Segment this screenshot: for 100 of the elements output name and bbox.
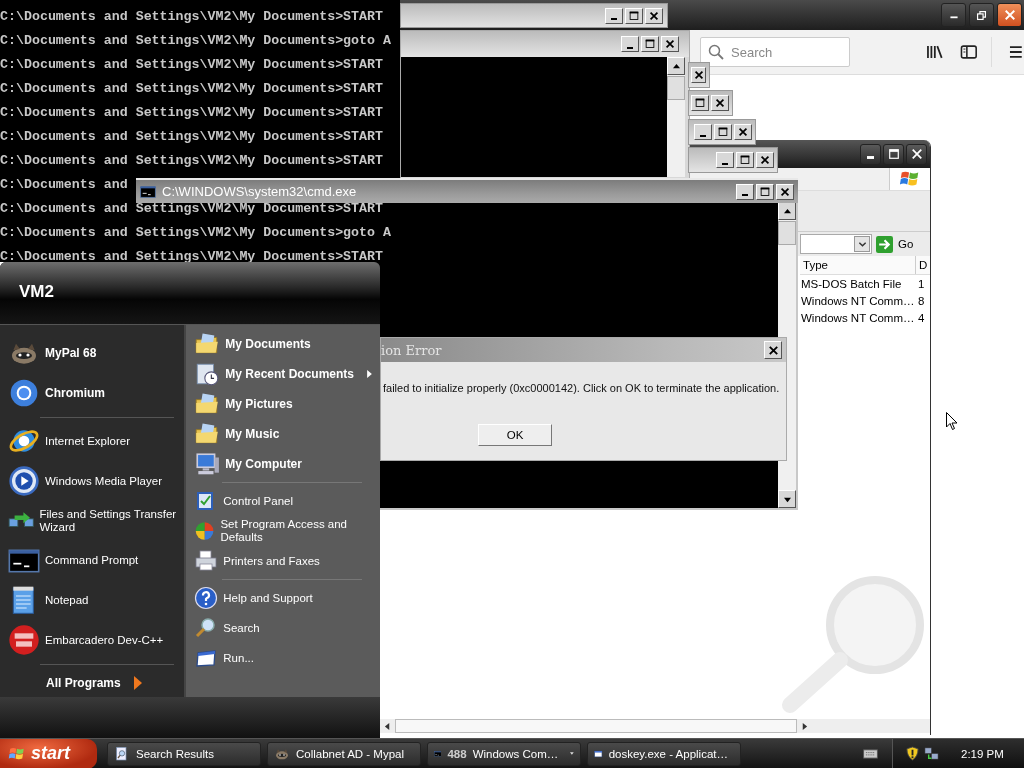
table-cell: Windows NT Comm… bbox=[800, 311, 915, 324]
vertical-scrollbar[interactable] bbox=[667, 57, 685, 177]
dropdown-button[interactable] bbox=[854, 236, 870, 252]
close-icon bbox=[779, 185, 791, 198]
up-arrow-icon bbox=[672, 62, 680, 70]
console-line: C:\Documents and Settings\VM2\My Documents>START bbox=[0, 56, 383, 74]
keyboard-icon[interactable] bbox=[863, 748, 878, 759]
all-programs-button[interactable]: All Programs bbox=[8, 669, 185, 697]
place-item[interactable]: Run... bbox=[194, 643, 372, 673]
program-item[interactable]: Chromium bbox=[8, 372, 185, 413]
console-line: C:\Documents and Settings\VM2\My Documents>START bbox=[0, 128, 383, 146]
taskbar-button[interactable]: Collabnet AD - Mypal bbox=[267, 741, 421, 766]
console-icon bbox=[140, 183, 156, 200]
error-message: failed to initialize properly (0xc0000142). Click on OK to terminate the application. bbox=[382, 382, 781, 394]
program-item[interactable]: Command Prompt bbox=[8, 540, 185, 581]
up-arrow-icon bbox=[783, 207, 791, 215]
minimize-icon bbox=[611, 18, 617, 20]
program-item[interactable]: Windows Media Player bbox=[8, 461, 185, 502]
taskbar-button[interactable]: doskey.exe - Applicat… bbox=[587, 741, 741, 766]
place-item[interactable]: Set Program Access and Defaults bbox=[194, 516, 372, 546]
console-line: C:\Documents and Settings\VM2\My Documents>goto A bbox=[0, 32, 391, 50]
right-arrow-icon bbox=[801, 722, 808, 730]
network-icon[interactable] bbox=[924, 746, 939, 761]
close-icon bbox=[759, 154, 771, 166]
scrollbar-thumb[interactable] bbox=[778, 221, 796, 245]
program-item[interactable]: Files and Settings Transfer Wizard bbox=[8, 501, 185, 541]
library-icon[interactable] bbox=[926, 44, 944, 60]
left-arrow-icon bbox=[384, 722, 391, 730]
place-item[interactable]: Help and Support bbox=[194, 583, 372, 613]
column-header[interactable]: D bbox=[916, 256, 930, 274]
console-line: C:\Documents and Settings\VM2\My Documents>goto A bbox=[0, 224, 391, 242]
program-item[interactable]: MyPal 68 bbox=[8, 333, 185, 373]
minimize-icon bbox=[700, 134, 706, 137]
maximize-icon bbox=[717, 126, 729, 138]
document-search-icon bbox=[114, 745, 130, 762]
caret-icon bbox=[570, 751, 574, 756]
menu-icon[interactable] bbox=[1008, 44, 1024, 60]
horizontal-scrollbar[interactable] bbox=[380, 719, 930, 733]
computer-icon bbox=[194, 451, 221, 477]
arrow-icon bbox=[876, 235, 893, 253]
place-item[interactable]: Printers and Faxes bbox=[194, 546, 372, 576]
address-field[interactable] bbox=[800, 234, 872, 254]
close-icon bbox=[1003, 9, 1016, 21]
taskbar-button[interactable]: 488 Windows Com… bbox=[427, 741, 581, 766]
maximize-icon bbox=[628, 9, 640, 22]
user-name: VM2 bbox=[19, 282, 54, 301]
restore-button[interactable] bbox=[969, 3, 994, 27]
pie-icon bbox=[194, 519, 216, 543]
close-button[interactable] bbox=[906, 143, 927, 165]
place-item[interactable]: My Pictures bbox=[194, 389, 372, 419]
close-icon bbox=[714, 97, 726, 109]
console-line: C:\Documents and Settings\VM2\My Documents>START bbox=[0, 152, 383, 170]
disc-icon bbox=[8, 624, 40, 657]
close-icon bbox=[692, 69, 705, 81]
program-item[interactable]: Notepad bbox=[8, 580, 185, 621]
printer-icon bbox=[194, 549, 219, 573]
down-arrow-icon bbox=[783, 495, 791, 503]
sidebar-icon[interactable] bbox=[959, 44, 978, 60]
maximize-button[interactable] bbox=[883, 143, 904, 165]
taskbar-button[interactable]: Search Results bbox=[107, 741, 261, 766]
shield-icon[interactable] bbox=[905, 746, 920, 761]
table-cell-text: 4 bbox=[917, 311, 926, 324]
table-cell-text: MS-DOS Batch File bbox=[800, 277, 903, 290]
place-item[interactable]: My Computer bbox=[194, 449, 372, 479]
close-button[interactable] bbox=[997, 3, 1022, 27]
minimize-button[interactable] bbox=[941, 3, 966, 27]
console-line: C:\Documents and Settings\VM2\My Documents>START bbox=[0, 80, 383, 98]
maximize-icon bbox=[759, 185, 771, 198]
go-button[interactable]: Go bbox=[876, 235, 914, 253]
minimize-icon bbox=[867, 156, 874, 159]
scrollbar-thumb[interactable] bbox=[667, 76, 685, 100]
console-line: C:\Documents and Settings\VM2\My Documents>START bbox=[0, 8, 383, 26]
close-icon bbox=[737, 126, 749, 138]
maximize-icon bbox=[644, 38, 656, 50]
window-count: 488 bbox=[447, 747, 467, 760]
place-item[interactable]: My Recent Documents bbox=[194, 359, 372, 389]
place-item[interactable]: My Music bbox=[194, 419, 372, 449]
console-line: C:\Documents and Settings\VM2\My Documents>START bbox=[0, 104, 383, 122]
start-button[interactable]: start bbox=[0, 738, 97, 768]
search-field[interactable]: Search bbox=[700, 37, 850, 67]
minimize-icon bbox=[742, 194, 748, 196]
place-item[interactable]: Control Panel bbox=[194, 486, 372, 516]
program-item[interactable]: Internet Explorer bbox=[8, 421, 185, 462]
table-cell-text: 1 bbox=[917, 277, 926, 290]
program-item[interactable]: Embarcadero Dev-C++ bbox=[8, 620, 185, 661]
task-label: doskey.exe - Applicat… bbox=[608, 747, 728, 760]
place-item[interactable]: My Documents bbox=[194, 329, 372, 359]
help-icon bbox=[194, 586, 219, 610]
close-icon bbox=[766, 343, 780, 357]
clock: 2:19 PM bbox=[961, 747, 1004, 760]
minimize-button[interactable] bbox=[860, 143, 881, 165]
search-icon bbox=[708, 44, 724, 60]
close-icon bbox=[664, 38, 676, 50]
maximize-icon bbox=[887, 148, 900, 160]
cursor-icon bbox=[946, 412, 958, 431]
ok-button[interactable]: OK bbox=[478, 424, 552, 446]
restore-icon bbox=[976, 9, 987, 21]
maximize-icon bbox=[694, 97, 706, 109]
place-item[interactable]: Search bbox=[194, 613, 372, 643]
column-header[interactable]: Type bbox=[800, 256, 916, 274]
